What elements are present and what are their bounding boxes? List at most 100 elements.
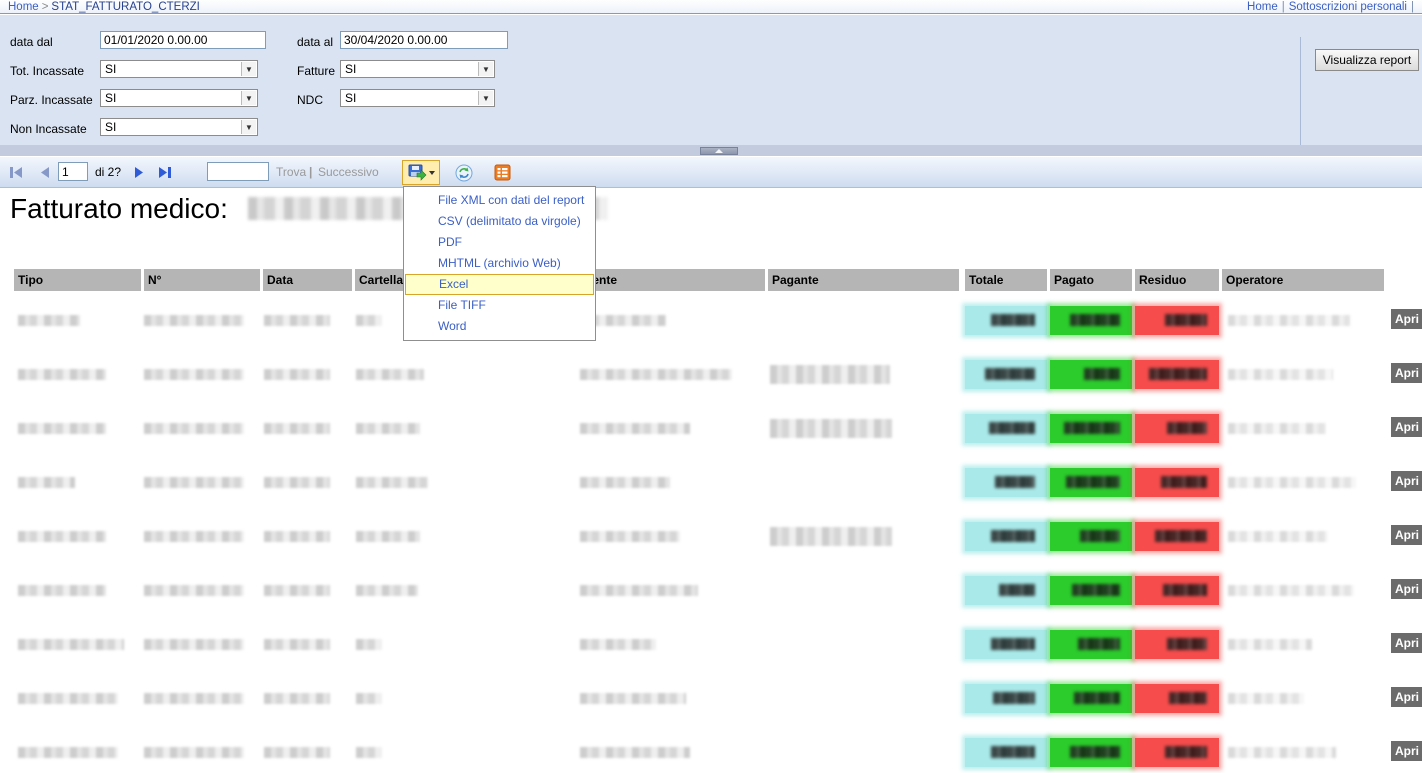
chevron-up-icon — [715, 149, 723, 153]
totale-amount-cell — [965, 468, 1047, 497]
table-row: Apri Fattura — [0, 576, 1422, 630]
non-incassate-select[interactable]: SI ▼ — [100, 118, 258, 136]
collapse-parameters-handle[interactable] — [700, 147, 738, 155]
breadcrumb-separator: > — [39, 1, 52, 13]
current-page-input[interactable] — [58, 162, 88, 181]
table-row: Apri Fattura — [0, 414, 1422, 468]
export-menu-item-word[interactable]: Word — [404, 316, 595, 337]
apri-fattura-button[interactable]: Apri Fattura — [1391, 741, 1422, 761]
export-menu-item-file[interactable]: File XML con dati del report — [404, 190, 595, 211]
top-links: Home|Sottoscrizioni personali| — [1247, 1, 1418, 13]
apri-fattura-button[interactable]: Apri Fattura — [1391, 363, 1422, 383]
redacted-tipo — [18, 369, 106, 380]
redacted-operatore — [1228, 369, 1333, 380]
data-al-label: data al — [297, 35, 333, 49]
redacted-data — [264, 477, 330, 488]
home-link[interactable]: Home — [1247, 1, 1278, 13]
redacted-pagato-amount — [1070, 746, 1120, 758]
redacted-numero — [144, 693, 244, 704]
redacted-cliente — [580, 639, 656, 650]
totale-amount-cell — [965, 576, 1047, 605]
redacted-pagante — [770, 365, 890, 384]
column-header-operatore: Operatore — [1222, 269, 1384, 291]
apri-fattura-button[interactable]: Apri Fattura — [1391, 471, 1422, 491]
data-feed-export-button[interactable] — [490, 161, 514, 184]
redacted-totale-amount — [991, 638, 1035, 650]
last-page-button[interactable] — [154, 162, 174, 182]
data-al-input[interactable] — [340, 31, 508, 49]
fatture-select[interactable]: SI ▼ — [340, 60, 495, 78]
redacted-pagato-amount — [1066, 476, 1120, 488]
redacted-data — [264, 693, 330, 704]
tot-incassate-select[interactable]: SI ▼ — [100, 60, 258, 78]
export-dropdown-button[interactable] — [402, 160, 440, 185]
pagato-amount-cell — [1050, 522, 1132, 551]
column-header-data: Data — [263, 269, 352, 291]
export-menu-item-mhtml[interactable]: MHTML (archivio Web) — [404, 253, 595, 274]
export-menu-item-csv[interactable]: CSV (delimitato da virgole) — [404, 211, 595, 232]
table-row: Apri Fattura — [0, 306, 1422, 360]
parameters-divider — [1300, 37, 1301, 157]
tot-incassate-label: Tot. Incassate — [10, 64, 84, 78]
redacted-residuo-amount — [1161, 476, 1207, 488]
redacted-data — [264, 369, 330, 380]
export-menu-item-file[interactable]: File TIFF — [404, 295, 595, 316]
redacted-cliente — [580, 531, 680, 542]
redacted-cartella — [356, 639, 382, 650]
residuo-amount-cell — [1135, 306, 1219, 335]
parz-incassate-select[interactable]: SI ▼ — [100, 89, 258, 107]
redacted-numero — [144, 423, 244, 434]
export-menu-item-pdf[interactable]: PDF — [404, 232, 595, 253]
previous-page-button[interactable] — [34, 162, 54, 182]
apri-fattura-button[interactable]: Apri Fattura — [1391, 579, 1422, 599]
report-area: Fatturato medico: TipoN°DataCartellaClie… — [0, 188, 1422, 773]
chevron-down-icon: ▼ — [478, 91, 493, 105]
refresh-icon — [455, 164, 473, 182]
first-page-button[interactable] — [6, 162, 26, 182]
apri-fattura-button[interactable]: Apri Fattura — [1391, 309, 1422, 329]
redacted-numero — [144, 585, 244, 596]
subscriptions-link[interactable]: Sottoscrizioni personali — [1289, 1, 1407, 13]
column-header-pagante: Pagante — [768, 269, 959, 291]
redacted-data — [264, 531, 330, 542]
data-dal-input[interactable] — [100, 31, 266, 49]
residuo-amount-cell — [1135, 468, 1219, 497]
redacted-pagato-amount — [1064, 422, 1120, 434]
refresh-button[interactable] — [452, 161, 476, 184]
view-report-button[interactable]: Visualizza report — [1315, 49, 1419, 71]
chevron-down-icon: ▼ — [241, 120, 256, 134]
next-page-icon — [133, 166, 146, 179]
totale-amount-cell — [965, 414, 1047, 443]
redacted-data — [264, 639, 330, 650]
redacted-numero — [144, 477, 244, 488]
apri-fattura-button[interactable]: Apri Fattura — [1391, 525, 1422, 545]
column-header-tipo: Tipo — [14, 269, 141, 291]
dropdown-caret-icon — [429, 171, 435, 175]
redacted-cliente — [580, 585, 698, 596]
redacted-residuo-amount — [1165, 746, 1207, 758]
pagato-amount-cell — [1050, 576, 1132, 605]
redacted-pagante — [770, 527, 892, 546]
find-text-input[interactable] — [207, 162, 269, 181]
top-bar: Home>STAT_FATTURATO_CTERZI Home|Sottoscr… — [0, 0, 1422, 14]
residuo-amount-cell — [1135, 684, 1219, 713]
pagato-amount-cell — [1050, 630, 1132, 659]
find-button[interactable]: Trova — [276, 165, 306, 179]
find-next-button[interactable]: Successivo — [318, 165, 379, 179]
export-menu-item-excel[interactable]: Excel — [405, 274, 594, 295]
redacted-totale-amount — [991, 314, 1035, 326]
breadcrumb-home-link[interactable]: Home — [8, 1, 39, 13]
apri-fattura-button[interactable]: Apri Fattura — [1391, 633, 1422, 653]
residuo-amount-cell — [1135, 738, 1219, 767]
pagato-amount-cell — [1050, 684, 1132, 713]
top-links-separator-2: | — [1407, 1, 1418, 13]
apri-fattura-button[interactable]: Apri Fattura — [1391, 687, 1422, 707]
find-separator: | — [309, 165, 312, 179]
column-header-totale: Totale — [965, 269, 1047, 291]
redacted-cliente — [580, 477, 670, 488]
table-row: Apri Fattura — [0, 468, 1422, 522]
next-page-button[interactable] — [129, 162, 149, 182]
column-header-n: N° — [144, 269, 260, 291]
ndc-select[interactable]: SI ▼ — [340, 89, 495, 107]
apri-fattura-button[interactable]: Apri Fattura — [1391, 417, 1422, 437]
